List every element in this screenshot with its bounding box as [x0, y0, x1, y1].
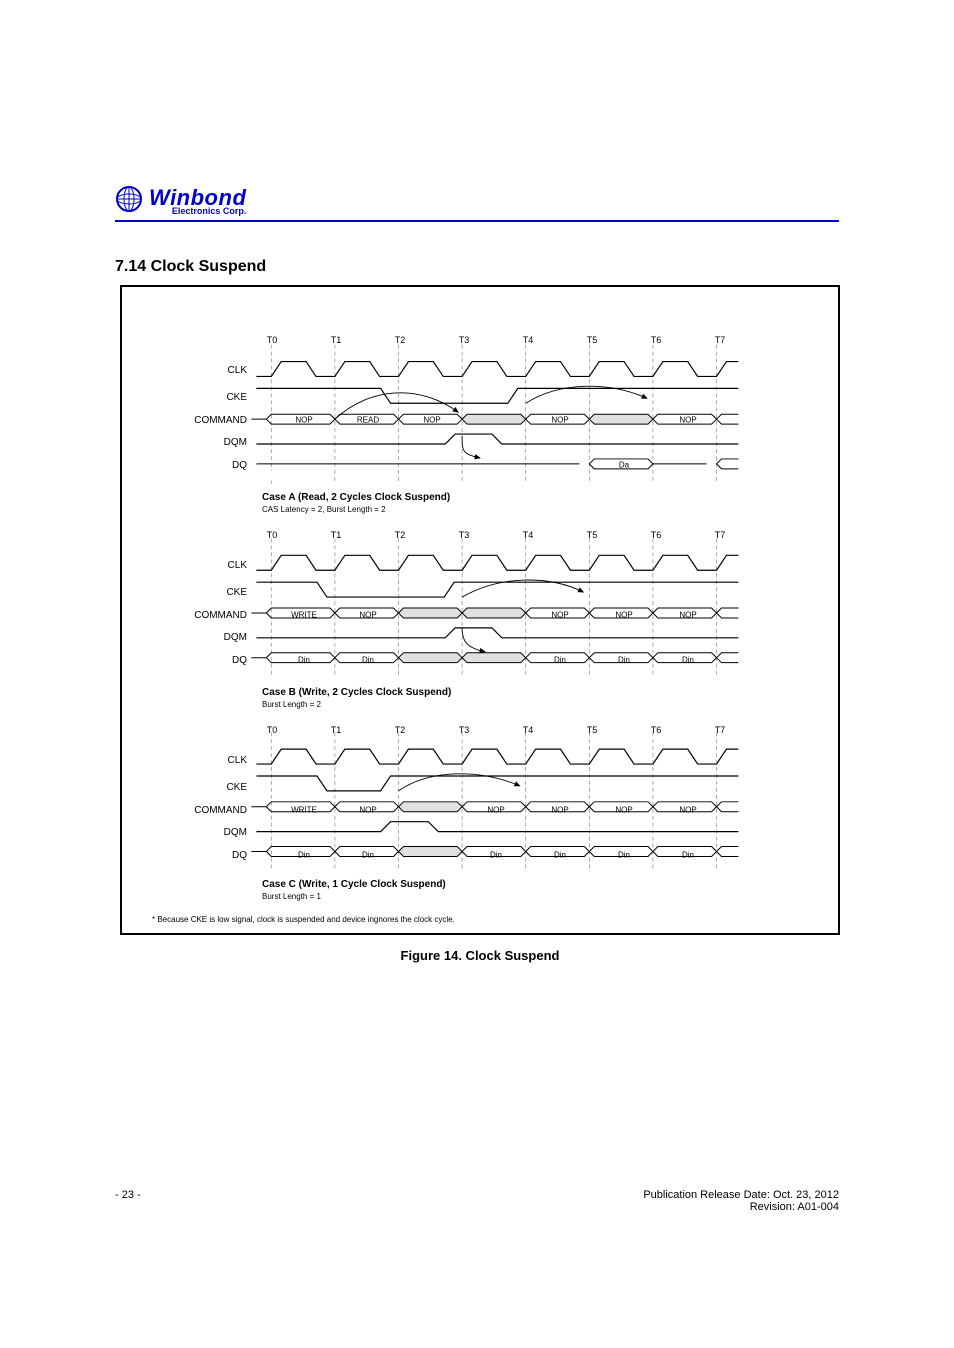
- cycle-label: T0: [267, 530, 278, 540]
- cmd-nop: NOP: [423, 416, 440, 425]
- dq-din: Din: [298, 656, 310, 665]
- cycle-label: T5: [587, 530, 598, 540]
- case-a-title: Case A (Read, 2 Cycles Clock Suspend): [262, 492, 450, 503]
- case-b-title: Case B (Write, 2 Cycles Clock Suspend): [262, 687, 451, 698]
- cycle-label: T7: [715, 725, 726, 735]
- case-c-title: Case C (Write, 1 Cycle Clock Suspend): [262, 879, 446, 890]
- page: Winbond Electronics Corp. W9864G6JH 7.14…: [0, 0, 954, 1348]
- cmd-write: WRITE: [291, 611, 317, 620]
- signal-dq: DQ: [177, 850, 247, 861]
- brand-subtitle: Electronics Corp.: [172, 207, 247, 216]
- cmd-nop: NOP: [679, 806, 696, 815]
- signal-cke: CKE: [177, 392, 247, 403]
- signal-clk: CLK: [177, 560, 247, 571]
- part-number: W9864G6JH: [723, 165, 839, 188]
- cycle-label: T4: [523, 530, 534, 540]
- signal-cke: CKE: [177, 782, 247, 793]
- page-footer: - 23 - Publication Release Date: Oct. 23…: [115, 1189, 839, 1213]
- cycle-label: T4: [523, 335, 534, 345]
- signal-dq: DQ: [177, 460, 247, 471]
- cmd-nop: NOP: [551, 806, 568, 815]
- footer-page: - 23 -: [115, 1189, 141, 1213]
- dq-data: Da: [619, 461, 629, 470]
- section-title: 7.14 Clock Suspend: [115, 258, 266, 276]
- case-c-sub: Burst Length = 1: [262, 892, 321, 901]
- cycle-label: T6: [651, 335, 662, 345]
- dq-din: Din: [618, 656, 630, 665]
- cycle-label: T1: [331, 530, 342, 540]
- footer-revision: Revision: A01-004: [750, 1201, 839, 1213]
- cycle-label: T2: [395, 335, 406, 345]
- cycle-label: T0: [267, 725, 278, 735]
- cycle-label: T0: [267, 335, 278, 345]
- cmd-nop: NOP: [487, 806, 504, 815]
- cmd-nop: NOP: [615, 611, 632, 620]
- cmd-nop: NOP: [359, 611, 376, 620]
- signal-dqm: DQM: [177, 632, 247, 643]
- dq-din: Din: [618, 851, 630, 860]
- cycle-label: T4: [523, 725, 534, 735]
- cycle-label: T5: [587, 335, 598, 345]
- signal-dqm: DQM: [177, 437, 247, 448]
- signal-cmd: COMMAND: [177, 805, 247, 816]
- signal-dq: DQ: [177, 655, 247, 666]
- cycle-label: T6: [651, 530, 662, 540]
- cycle-label: T1: [331, 725, 342, 735]
- cycle-label: T3: [459, 530, 470, 540]
- cmd-nop: NOP: [679, 611, 696, 620]
- case-a-sub: CAS Latency = 2, Burst Length = 2: [262, 505, 386, 514]
- signal-cmd: COMMAND: [177, 415, 247, 426]
- cycle-label: T6: [651, 725, 662, 735]
- cmd-nop: NOP: [679, 416, 696, 425]
- cycle-label: T2: [395, 530, 406, 540]
- dq-din: Din: [554, 656, 566, 665]
- cycle-label: T1: [331, 335, 342, 345]
- brand-logo: Winbond Electronics Corp.: [115, 185, 246, 220]
- cmd-nop: NOP: [615, 806, 632, 815]
- diagram-footnote: * Because CKE is low signal, clock is su…: [152, 915, 455, 924]
- cycle-label: T3: [459, 335, 470, 345]
- cmd-nop: NOP: [359, 806, 376, 815]
- dq-din: Din: [682, 656, 694, 665]
- dq-din: Din: [554, 851, 566, 860]
- signal-dqm: DQM: [177, 827, 247, 838]
- dq-din: Din: [298, 851, 310, 860]
- cycle-label: T7: [715, 530, 726, 540]
- brand-text: Winbond Electronics Corp.: [149, 187, 246, 216]
- signal-clk: CLK: [177, 755, 247, 766]
- dq-din: Din: [682, 851, 694, 860]
- cmd-write: WRITE: [291, 806, 317, 815]
- signal-clk: CLK: [177, 365, 247, 376]
- dq-din: Din: [362, 851, 374, 860]
- page-header: Winbond Electronics Corp.: [115, 185, 839, 222]
- signal-cke: CKE: [177, 587, 247, 598]
- cmd-nop: NOP: [551, 416, 568, 425]
- cmd-nop: NOP: [551, 611, 568, 620]
- cycle-label: T5: [587, 725, 598, 735]
- cycle-label: T7: [715, 335, 726, 345]
- signal-cmd: COMMAND: [177, 610, 247, 621]
- globe-icon: [115, 185, 143, 218]
- dq-din: Din: [490, 851, 502, 860]
- cmd-read: READ: [357, 416, 379, 425]
- cmd-nop: NOP: [295, 416, 312, 425]
- dq-din: Din: [362, 656, 374, 665]
- cycle-label: T2: [395, 725, 406, 735]
- figure-caption: Figure 14. Clock Suspend: [122, 948, 838, 963]
- cycle-label: T3: [459, 725, 470, 735]
- timing-diagram: T0 T1 T2 T3 T4 T5 T6 T7 CLK CKE COMMAND …: [120, 285, 840, 935]
- case-b-sub: Burst Length = 2: [262, 700, 321, 709]
- footer-rev-date: Publication Release Date: Oct. 23, 2012: [643, 1189, 839, 1201]
